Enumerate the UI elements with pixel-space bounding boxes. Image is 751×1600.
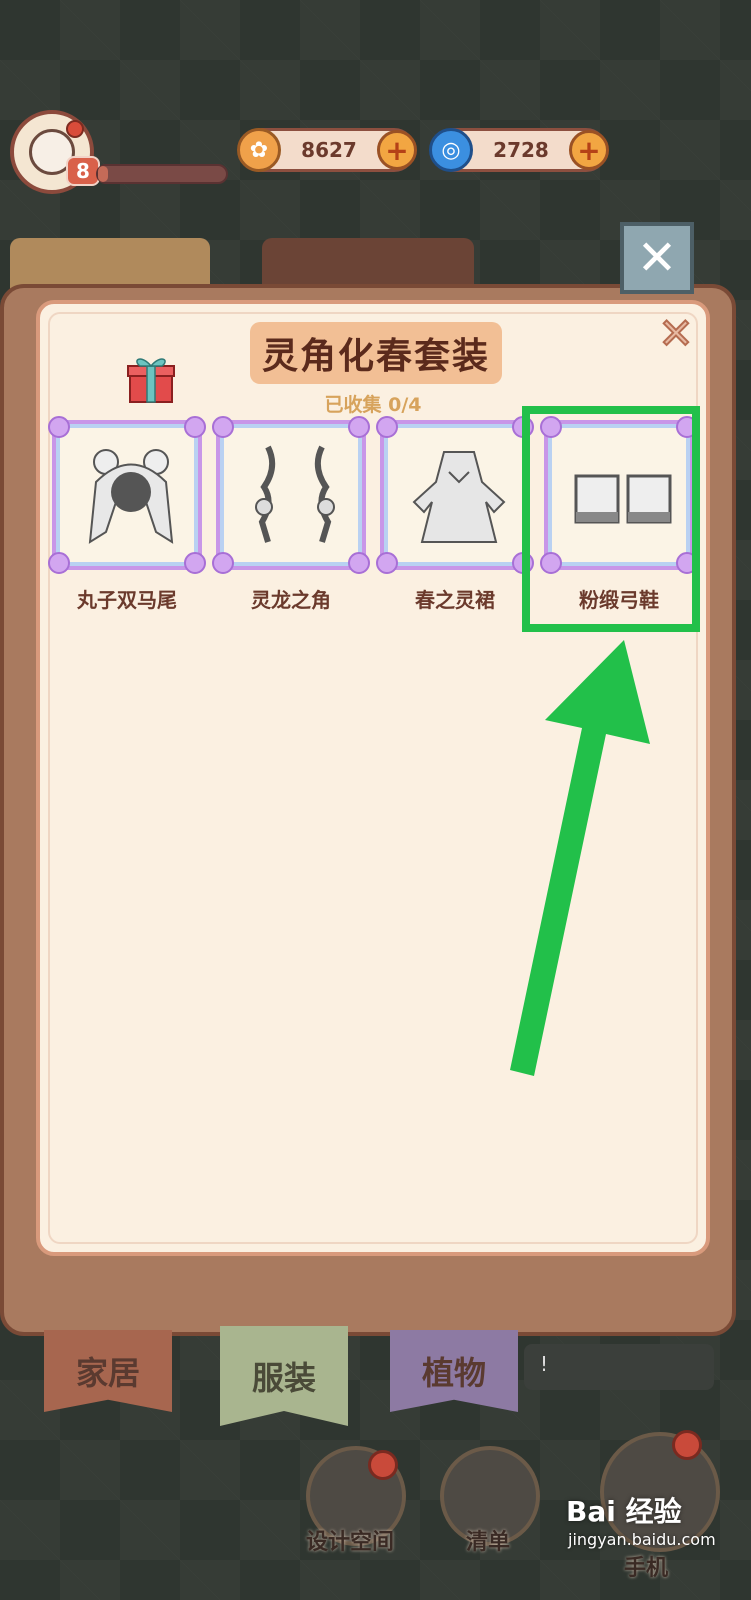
book-close-icon[interactable]: ✕ [620,222,694,294]
add-gems-button[interactable]: + [569,130,609,170]
item-frame [212,416,370,574]
notification-dot [368,1450,398,1480]
design-space-label: 设计空间 [306,1530,395,1555]
coin-counter: ✿ 8627 + [237,128,417,172]
tab-home[interactable]: 家居 [44,1330,172,1412]
watermark-logo: Bai 经验 [566,1495,682,1528]
tab-plants[interactable]: 植物 [390,1330,518,1412]
item-frame [376,416,534,574]
item-dress[interactable]: 春之灵裙 [376,416,534,613]
dragon-horn-icon [255,445,335,543]
tab-clothes[interactable]: 服装 [220,1326,348,1426]
coin-amount: 8627 [301,138,357,162]
phone-label: 手机 [624,1556,669,1581]
set-title: 灵角化春套装 [250,322,502,384]
speech-bubble: ! [524,1344,714,1390]
highlight-box [522,406,700,632]
notification-dot [66,120,84,138]
item-hairstyle[interactable]: 丸子双马尾 [48,416,206,613]
coin-icon: ✿ [237,128,281,172]
item-dragon-horn[interactable]: 灵龙之角 [212,416,370,613]
item-label: 春之灵裙 [415,588,495,612]
hairstyle-icon [88,449,174,544]
annotation-arrow [510,640,650,1076]
gem-amount: 2728 [493,138,549,162]
dress-icon [412,451,506,543]
add-coins-button[interactable]: + [377,130,417,170]
notification-dot [672,1430,702,1460]
swirl-gem-icon: ◎ [429,128,473,172]
level-badge: 8 [66,156,100,186]
gem-counter: ◎ 2728 + [429,128,609,172]
list-label: 清单 [466,1530,511,1555]
item-frame [48,416,206,574]
watermark-url: jingyan.baidu.com [568,1530,716,1549]
xp-bar [96,164,228,184]
close-icon[interactable]: ✕ [654,311,698,357]
item-label: 灵龙之角 [251,588,331,612]
item-label: 丸子双马尾 [77,588,177,612]
xp-fill [98,166,109,182]
